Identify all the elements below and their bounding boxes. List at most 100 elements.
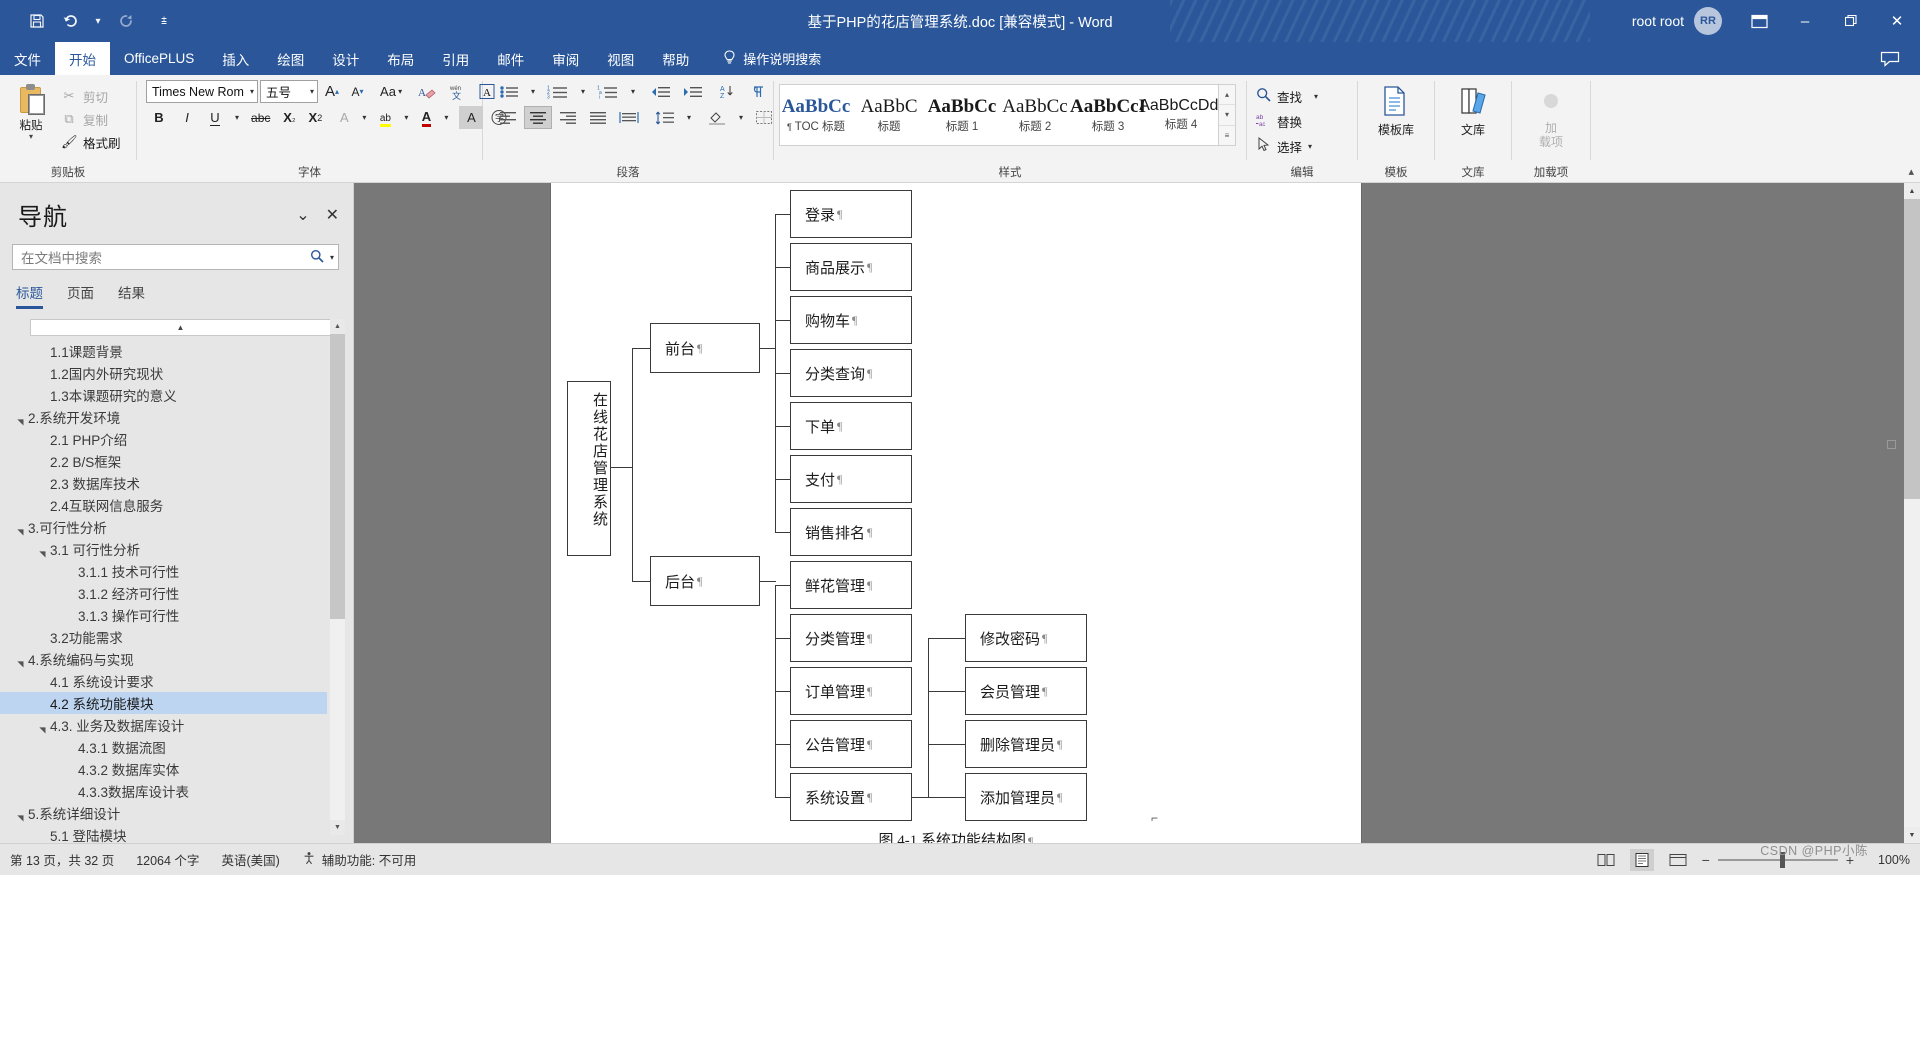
customize-qat-icon[interactable]: ⩲ xyxy=(154,6,174,36)
language[interactable]: 英语(美国) xyxy=(221,850,279,869)
phonetic-guide-button[interactable]: wén 文 xyxy=(443,80,471,103)
nav-tab-results[interactable]: 结果 xyxy=(118,282,145,309)
expand-triangle-icon[interactable]: ◢ xyxy=(16,651,25,667)
tab-design[interactable]: 设计 xyxy=(318,42,373,75)
select-dropdown-icon[interactable]: ▾ xyxy=(1308,142,1312,151)
line-spacing-button[interactable] xyxy=(650,106,680,129)
restore-button[interactable] xyxy=(1828,0,1874,42)
nav-heading-item[interactable]: ◢ 4.3. 业务及数据库设计 xyxy=(0,714,353,736)
close-button[interactable]: ✕ xyxy=(1874,0,1920,42)
nav-heading-item[interactable]: ◢4.3.2 数据库实体 xyxy=(0,758,353,780)
nav-heading-item[interactable]: ◢ 2.系统开发环境 xyxy=(0,406,353,428)
word-count[interactable]: 12064 个字 xyxy=(136,850,199,869)
align-center-button[interactable] xyxy=(524,106,552,129)
highlight-dropdown-icon[interactable]: ▾ xyxy=(399,106,413,129)
diagram-node-category-search[interactable]: 分类查询 ¶ xyxy=(790,349,912,397)
account-area[interactable]: root root RR xyxy=(1632,7,1736,35)
nav-heading-item[interactable]: ◢4.2 系统功能模块 xyxy=(0,692,327,714)
nav-heading-item[interactable]: ◢1.2国内外研究现状 xyxy=(0,362,353,384)
template-library-button[interactable]: 模板库 xyxy=(1365,80,1427,138)
nav-heading-item[interactable]: ◢ 4.系统编码与实现 xyxy=(0,648,353,670)
style-heading-1[interactable]: AaBbCc 标题 1 xyxy=(926,85,999,145)
tab-layout[interactable]: 布局 xyxy=(373,42,428,75)
find-dropdown-icon[interactable]: ▾ xyxy=(1314,92,1318,101)
scroll-up-indicator[interactable]: ▲ xyxy=(30,319,331,336)
bold-button[interactable]: B xyxy=(146,106,172,129)
show-formatting-marks-button[interactable] xyxy=(746,80,772,103)
nav-heading-item[interactable]: ◢2.2 B/S框架 xyxy=(0,450,353,472)
style-heading-3[interactable]: AaBbCcI 标题 3 xyxy=(1070,85,1146,145)
align-left-button[interactable] xyxy=(494,106,522,129)
scrollbar-down-icon[interactable]: ▼ xyxy=(330,820,345,835)
sort-button[interactable]: AZ xyxy=(714,80,744,103)
diagram-node-system-settings[interactable]: 系统设置 ¶ xyxy=(790,773,912,821)
tab-officeplus[interactable]: OfficePLUS xyxy=(110,42,208,75)
diagram-node-payment[interactable]: 支付 ¶ xyxy=(790,455,912,503)
nav-heading-item[interactable]: ◢ 3.可行性分析 xyxy=(0,516,353,538)
tab-references[interactable]: 引用 xyxy=(428,42,483,75)
gallery-more-icon[interactable]: ≡ xyxy=(1219,125,1235,145)
expand-triangle-icon[interactable]: ◢ xyxy=(16,409,25,425)
shading-dropdown-icon[interactable]: ▾ xyxy=(734,106,748,129)
bullets-dropdown-icon[interactable]: ▾ xyxy=(526,80,540,103)
diagram-node-change-password[interactable]: 修改密码 ¶ xyxy=(965,614,1087,662)
zoom-level[interactable]: 100% xyxy=(1866,853,1910,867)
read-mode-button[interactable] xyxy=(1594,849,1618,871)
subscript-button[interactable]: X₂ xyxy=(277,106,301,129)
line-spacing-dropdown-icon[interactable]: ▾ xyxy=(682,106,696,129)
character-shading-button[interactable]: A xyxy=(459,106,484,129)
format-painter-button[interactable]: 🖌 格式刷 xyxy=(57,131,125,153)
style-heading-4[interactable]: AaBbCcDdI 标题 4 xyxy=(1139,85,1223,145)
nav-heading-item[interactable]: ◢2.4互联网信息服务 xyxy=(0,494,353,516)
shading-button[interactable] xyxy=(702,106,732,129)
navigation-scrollbar[interactable]: ▲ ▼ xyxy=(330,319,345,835)
diagram-node-flower-management[interactable]: 鲜花管理 ¶ xyxy=(790,561,912,609)
increase-indent-button[interactable] xyxy=(678,80,708,103)
tab-insert[interactable]: 插入 xyxy=(208,42,263,75)
tab-help[interactable]: 帮助 xyxy=(648,42,703,75)
italic-button[interactable]: I xyxy=(174,106,200,129)
diagram-node-backend[interactable]: 后台 ¶ xyxy=(650,556,760,606)
text-effects-dropdown-icon[interactable]: ▾ xyxy=(357,106,371,129)
nav-heading-item[interactable]: ◢2.3 数据库技术 xyxy=(0,472,353,494)
nav-heading-item[interactable]: ◢3.1.1 技术可行性 xyxy=(0,560,353,582)
diagram-node-sales-ranking[interactable]: 销售排名 ¶ xyxy=(790,508,912,556)
tab-mailings[interactable]: 邮件 xyxy=(483,42,538,75)
nav-heading-item[interactable]: ◢3.2功能需求 xyxy=(0,626,353,648)
diagram-node-member-management[interactable]: 会员管理 ¶ xyxy=(965,667,1087,715)
close-icon[interactable]: ✕ xyxy=(326,205,339,225)
diagram-node-root[interactable]: 在线花店管理系统 xyxy=(567,381,611,556)
search-icon[interactable] xyxy=(310,249,326,266)
text-highlight-button[interactable]: ab xyxy=(373,106,397,129)
diagram-node-shopping-cart[interactable]: 购物车 ¶ xyxy=(790,296,912,344)
web-layout-button[interactable] xyxy=(1666,849,1690,871)
redo-icon[interactable] xyxy=(111,6,141,36)
nav-tab-headings[interactable]: 标题 xyxy=(16,282,43,309)
tab-home[interactable]: 开始 xyxy=(55,42,110,75)
scrollbar-up-icon[interactable]: ▲ xyxy=(330,319,345,334)
diagram-node-announcement-management[interactable]: 公告管理 ¶ xyxy=(790,720,912,768)
expand-triangle-icon[interactable]: ◢ xyxy=(16,805,25,821)
document-page[interactable]: 在线花店管理系统 前台 ¶ 后台 ¶ 登录 ¶ 商品展示 ¶ 购物车 ¶ 分类查询 ¶ … xyxy=(551,183,1361,843)
library-button[interactable]: 文库 xyxy=(1442,80,1504,138)
cut-button[interactable]: ✂ 剪切 xyxy=(57,85,125,107)
tab-draw[interactable]: 绘图 xyxy=(263,42,318,75)
diagram-node-delete-admin[interactable]: 删除管理员 ¶ xyxy=(965,720,1087,768)
nav-heading-item[interactable]: ◢3.1.2 经济可行性 xyxy=(0,582,353,604)
select-button[interactable]: 选择 ▾ xyxy=(1252,134,1316,158)
comments-icon[interactable] xyxy=(1880,42,1920,75)
accessibility-status[interactable]: 辅助功能: 不可用 xyxy=(302,850,416,869)
diagram-node-order-management[interactable]: 订单管理 ¶ xyxy=(790,667,912,715)
style-title[interactable]: AaBbC 标题 xyxy=(853,85,926,145)
superscript-button[interactable]: X2 xyxy=(303,106,327,129)
expand-triangle-icon[interactable]: ◢ xyxy=(16,519,25,535)
paste-button[interactable]: 粘贴 ▾ xyxy=(5,80,57,141)
nav-tab-pages[interactable]: 页面 xyxy=(67,282,94,309)
diagram-node-login[interactable]: 登录 ¶ xyxy=(790,190,912,238)
nav-heading-item[interactable]: ◢4.1 系统设计要求 xyxy=(0,670,353,692)
multilevel-list-button[interactable]: 1ai xyxy=(592,80,624,103)
tab-view[interactable]: 视图 xyxy=(593,42,648,75)
align-right-button[interactable] xyxy=(554,106,582,129)
tab-file[interactable]: 文件 xyxy=(0,42,55,75)
multilevel-dropdown-icon[interactable]: ▾ xyxy=(626,80,640,103)
